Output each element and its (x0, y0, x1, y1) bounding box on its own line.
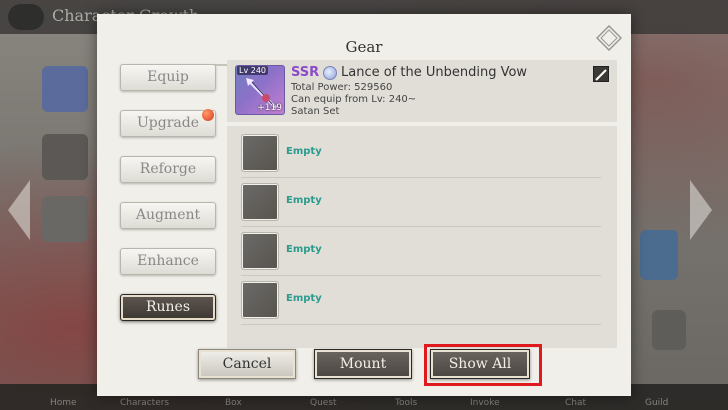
back-button (8, 4, 44, 30)
rune-slot[interactable]: Empty (241, 179, 601, 227)
weapon-type-icon (593, 66, 609, 82)
rune-slot-list: Empty Empty Empty Empty (227, 126, 617, 348)
rune-slot-label: Empty (286, 195, 322, 206)
dialog-title: Gear (345, 38, 383, 56)
nav-label: Home (50, 398, 77, 408)
nav-label: Box (225, 398, 242, 408)
nav-label: Chat (565, 398, 587, 408)
tab-runes[interactable]: Runes (120, 294, 216, 321)
nav-label: Tools (395, 398, 418, 408)
background-character-tile (42, 66, 88, 112)
gear-dialog: Gear Equip Upgrade Reforge Augment Enhan… (97, 14, 631, 396)
background-right-arrow-icon (690, 180, 712, 240)
rune-slot-icon (241, 281, 279, 319)
rarity-gem-icon (323, 66, 337, 80)
cancel-button[interactable]: Cancel (198, 349, 296, 379)
background-character-tile (42, 134, 88, 180)
rune-slot-label: Empty (286, 146, 322, 157)
rarity-label: SSR (291, 65, 320, 80)
background-left-arrow-icon (8, 180, 30, 240)
rune-slot-icon (241, 232, 279, 270)
rune-slot[interactable]: Empty (241, 277, 601, 325)
close-icon[interactable] (595, 24, 623, 52)
background-character-tile (42, 196, 88, 242)
gear-thumbnail[interactable]: Lv 240 +119 (235, 65, 285, 115)
gear-enhance-level: +119 (257, 103, 282, 113)
nav-label: Invoke (470, 398, 500, 408)
rune-slot-label: Empty (286, 293, 322, 304)
rune-slot-icon (241, 183, 279, 221)
gear-total-power: Total Power: 529560 (291, 82, 393, 93)
gear-level: Lv 240 (237, 66, 269, 75)
gear-name: Lance of the Unbending Vow (341, 65, 528, 80)
rune-slot-label: Empty (286, 244, 322, 255)
gear-equip-level: Can equip from Lv: 240~ (291, 94, 417, 105)
show-all-highlight (424, 344, 542, 386)
nav-label: Guild (645, 398, 669, 408)
tab-reforge[interactable]: Reforge (120, 156, 216, 183)
background-character-tile (640, 230, 678, 280)
nav-label: Characters (120, 398, 170, 408)
rune-slot-icon (241, 134, 279, 172)
rune-slot[interactable]: Empty (241, 130, 601, 178)
tab-equip[interactable]: Equip (120, 64, 216, 91)
tab-augment[interactable]: Augment (120, 202, 216, 229)
gear-item-header: Lv 240 +119 SSR Lance of the Unbending V… (227, 60, 617, 122)
notification-badge (202, 109, 214, 121)
rune-slot[interactable]: Empty (241, 228, 601, 276)
nav-label: Quest (310, 398, 337, 408)
tab-enhance[interactable]: Enhance (120, 248, 216, 275)
background-character-tile (652, 310, 686, 350)
mount-button[interactable]: Mount (314, 349, 412, 379)
gear-set-name: Satan Set (291, 106, 340, 117)
